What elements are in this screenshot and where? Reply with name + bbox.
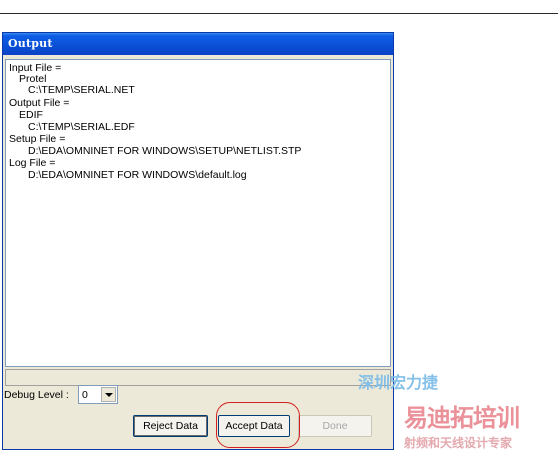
reject-data-button[interactable]: Reject Data xyxy=(133,415,208,437)
output-line: Output File = xyxy=(9,97,70,109)
done-button: Done xyxy=(298,415,372,437)
status-bar xyxy=(5,369,391,386)
watermark-text-top: 深圳宏力捷 xyxy=(358,373,439,392)
watermark-text-sub: 射频和天线设计专家 xyxy=(404,436,513,450)
debug-level-value: 0 xyxy=(82,389,88,401)
debug-level-select[interactable]: 0 xyxy=(78,385,118,404)
chevron-down-icon[interactable] xyxy=(101,387,116,402)
top-divider-line xyxy=(0,13,558,14)
title-bar[interactable]: Output xyxy=(3,33,393,55)
debug-level-label: Debug Level : xyxy=(4,389,69,401)
output-line: D:\EDA\OMNINET FOR WINDOWS\default.log xyxy=(28,169,247,181)
window-title: Output xyxy=(8,37,53,50)
output-line: Setup File = xyxy=(9,133,66,145)
accept-highlight-annotation xyxy=(216,402,300,448)
output-line: D:\EDA\OMNINET FOR WINDOWS\SETUP\NETLIST… xyxy=(28,145,302,157)
output-line: Log File = xyxy=(9,157,56,169)
output-text-area[interactable]: Input File = Protel C:\TEMP\SERIAL.NET O… xyxy=(5,59,391,367)
watermark-text-main: 易迪拓培训 xyxy=(404,404,520,432)
output-line: C:\TEMP\SERIAL.EDF xyxy=(28,121,135,133)
output-line: EDIF xyxy=(19,109,43,121)
output-window: Output Input File = Protel C:\TEMP\SERIA… xyxy=(2,32,394,450)
output-line: C:\TEMP\SERIAL.NET xyxy=(28,84,135,96)
